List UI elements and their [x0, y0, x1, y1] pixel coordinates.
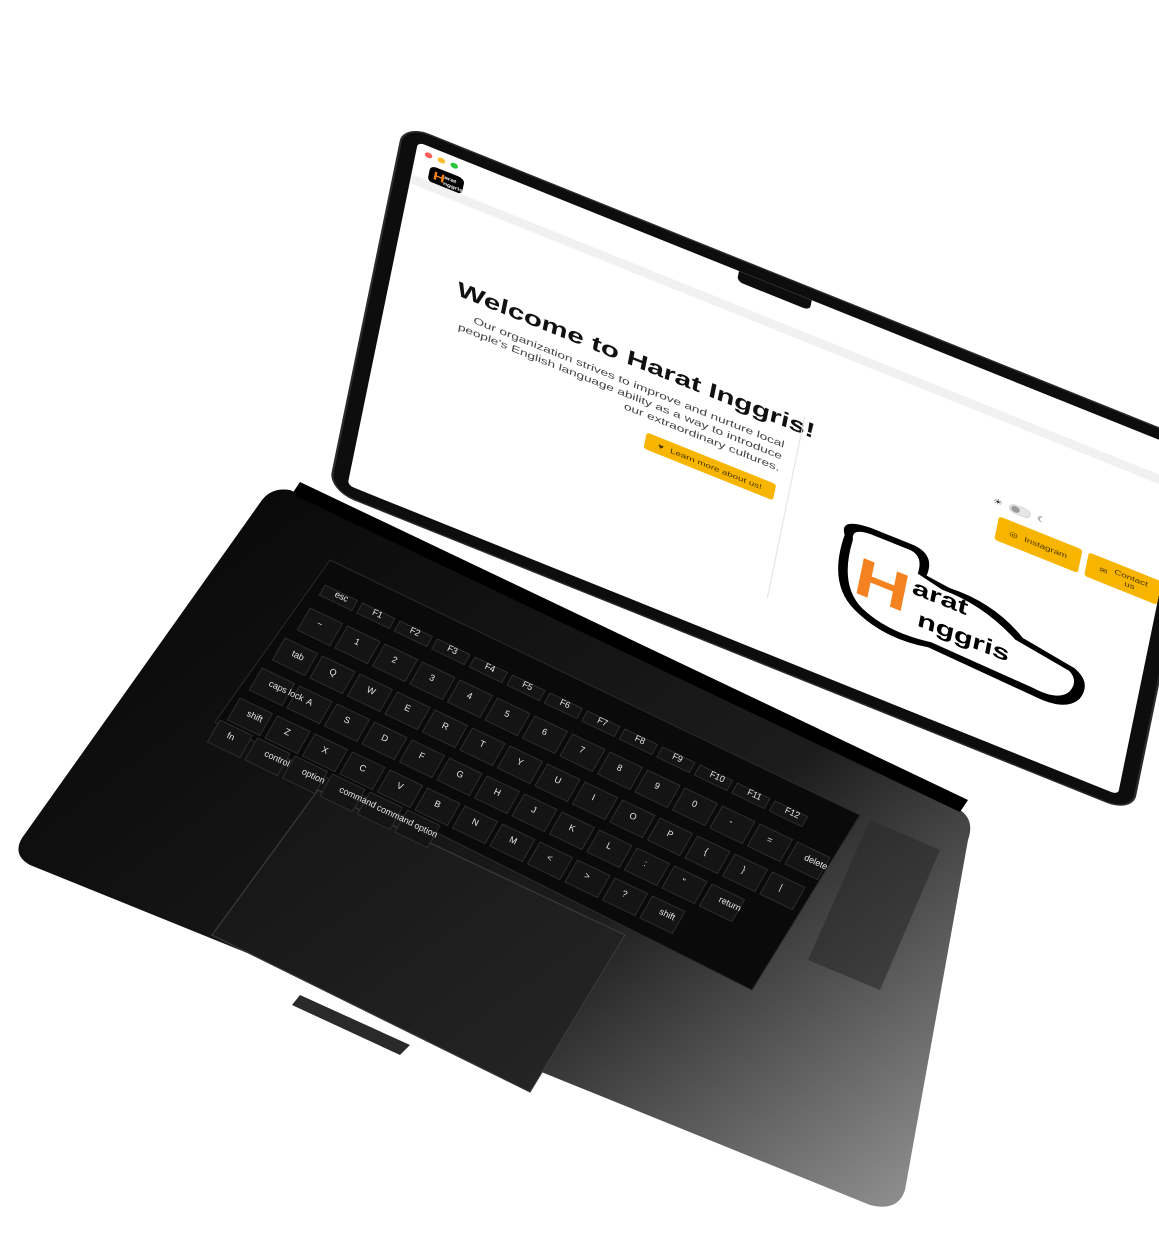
key--[interactable]: [684, 835, 731, 875]
mail-icon: ✉: [1098, 565, 1109, 576]
moon-icon: ☾: [1036, 513, 1048, 526]
key--[interactable]: [759, 871, 806, 911]
heart-icon: ♥: [657, 441, 665, 452]
instagram-icon: ◎: [1008, 529, 1019, 540]
sun-icon: ☀: [992, 496, 1004, 509]
key-i[interactable]: [571, 781, 619, 821]
theme-switch[interactable]: [1008, 502, 1032, 520]
close-button[interactable]: [424, 151, 433, 160]
laptop-mockup: esc F1 F2 F3 F4 F5 F6 F7 F8 F9 F10 F11 F12 ~1 2 3 4 5 6 7 8 9…: [0, 0, 1159, 1245]
key--[interactable]: [721, 853, 769, 893]
key--[interactable]: [709, 805, 756, 845]
key--[interactable]: [623, 847, 671, 887]
key--[interactable]: [661, 865, 708, 905]
instagram-button[interactable]: ◎ Instagram: [994, 516, 1083, 574]
contact-button[interactable]: ✉ Contact us: [1084, 552, 1159, 606]
maximize-button[interactable]: [449, 161, 459, 170]
minimize-button[interactable]: [437, 156, 446, 165]
